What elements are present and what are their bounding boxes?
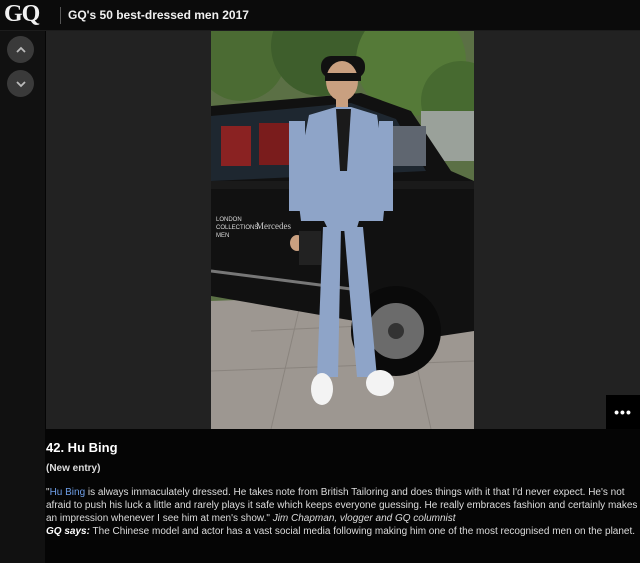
hu-bing-link[interactable]: Hu Bing [50,487,86,498]
quote-attribution: Jim Chapman, vlogger and GQ columnist [272,513,456,524]
vehicle-text-3: MEN [216,233,229,239]
previous-slide-button[interactable] [7,36,34,63]
gallery-photo[interactable]: LONDON COLLECTIONS MEN Mercedes [211,31,474,429]
gq-logo[interactable]: GQ [4,1,40,28]
slide-caption: 42. Hu Bing (New entry) "Hu Bing is alwa… [46,430,640,563]
more-options-button[interactable]: ••• [606,395,640,429]
vehicle-text-1: LONDON [216,217,242,223]
image-stage: LONDON COLLECTIONS MEN Mercedes [46,31,640,429]
vehicle-text-2: COLLECTIONS [216,225,258,231]
caption-body: "Hu Bing is always immaculately dressed.… [46,486,640,538]
gallery-nav-rail [0,31,45,563]
header-divider [60,7,61,24]
caption-subtitle: (New entry) [46,463,101,474]
caption-title: 42. Hu Bing [46,440,118,455]
gq-says-text: The Chinese model and actor has a vast s… [89,526,636,537]
next-slide-button[interactable] [7,70,34,97]
gq-says-label: GQ says: [46,526,90,537]
photo-illustration: LONDON COLLECTIONS MEN Mercedes [211,31,474,429]
chevron-down-icon [15,80,26,87]
gallery-title: GQ's 50 best-dressed men 2017 [68,8,249,22]
more-icon: ••• [614,404,632,420]
top-bar: GQ GQ's 50 best-dressed men 2017 [0,0,640,31]
vehicle-brand: Mercedes [256,221,291,231]
chevron-up-icon [15,46,26,53]
